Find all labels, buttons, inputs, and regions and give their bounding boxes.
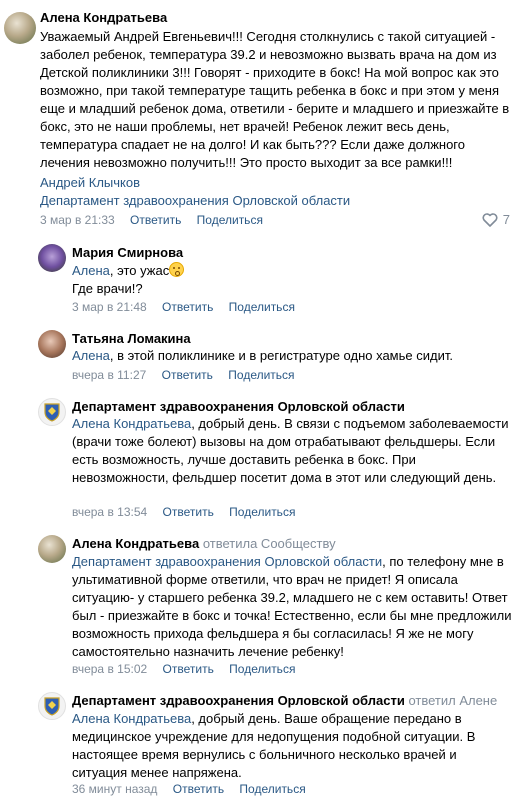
mention-link[interactable]: Департамент здравоохранения Орловской об… (72, 554, 382, 569)
comment-time[interactable]: 36 минут назад (72, 782, 157, 796)
comment-time[interactable]: вчера в 15:02 (72, 662, 147, 676)
share-button[interactable]: Поделиться (229, 662, 295, 676)
coat-of-arms-icon (44, 403, 60, 422)
mention-link[interactable]: Андрей Клычков (40, 175, 140, 190)
share-button[interactable]: Поделиться (197, 213, 263, 227)
reply-target: ответила Сообществу (202, 536, 336, 551)
avatar[interactable] (38, 692, 66, 720)
comment-text: Где врачи!? (72, 281, 143, 296)
share-button[interactable]: Поделиться (229, 505, 295, 519)
avatar[interactable] (38, 330, 66, 358)
share-button[interactable]: Поделиться (228, 368, 294, 382)
avatar[interactable] (38, 398, 66, 426)
author-name[interactable]: Алена Кондратьева (72, 536, 199, 551)
comment-author[interactable]: Татьяна Ломакина (72, 331, 191, 346)
like-button[interactable]: 7 (482, 212, 510, 227)
comment-author[interactable]: Мария Смирнова (72, 245, 183, 260)
comment-text: Уважаемый Андрей Евгеньевич!!! Сегодня с… (40, 29, 510, 170)
share-button[interactable]: Поделиться (239, 782, 305, 796)
avatar[interactable] (38, 244, 66, 272)
avatar[interactable] (38, 535, 66, 563)
reply-button[interactable]: Ответить (173, 782, 224, 796)
comment-text: , это ужас (109, 263, 170, 278)
reply-button[interactable]: Ответить (162, 368, 213, 382)
smiley-emoji-icon (169, 262, 185, 277)
comment-time[interactable]: 3 мар в 21:33 (40, 213, 115, 227)
mention-link[interactable]: Алена Кондратьева (72, 711, 191, 726)
like-count: 7 (502, 212, 510, 227)
comment-time[interactable]: 3 мар в 21:48 (72, 300, 147, 314)
avatar[interactable] (4, 12, 36, 44)
mention-link[interactable]: Департамент здравоохранения Орловской об… (40, 193, 350, 208)
reply-button[interactable]: Ответить (163, 505, 214, 519)
reply-button[interactable]: Ответить (130, 213, 181, 227)
mention-link[interactable]: Алена Кондратьева (72, 416, 191, 431)
share-button[interactable]: Поделиться (229, 300, 295, 314)
comment-author[interactable]: Департамент здравоохранения Орловской об… (72, 693, 497, 708)
mention-link[interactable]: Алена (72, 348, 110, 363)
comment-time[interactable]: вчера в 13:54 (72, 505, 147, 519)
reply-button[interactable]: Ответить (163, 662, 214, 676)
comment-author[interactable]: Департамент здравоохранения Орловской об… (72, 399, 405, 414)
coat-of-arms-icon (44, 697, 60, 716)
comment-author[interactable]: Алена Кондратьева (40, 10, 167, 25)
author-name[interactable]: Департамент здравоохранения Орловской об… (72, 693, 405, 708)
heart-icon (482, 212, 498, 227)
comment-text: , в этой поликлинике и в регистратуре од… (109, 348, 453, 363)
comment-time[interactable]: вчера в 11:27 (72, 368, 146, 382)
mention-link[interactable]: Алена (72, 263, 110, 278)
comment-text: , по телефону мне в ультимативной форме … (72, 554, 512, 659)
comment-author[interactable]: Алена Кондратьева ответила Сообществу (72, 536, 336, 551)
reply-target: ответил Алене (408, 693, 498, 708)
reply-button[interactable]: Ответить (162, 300, 213, 314)
